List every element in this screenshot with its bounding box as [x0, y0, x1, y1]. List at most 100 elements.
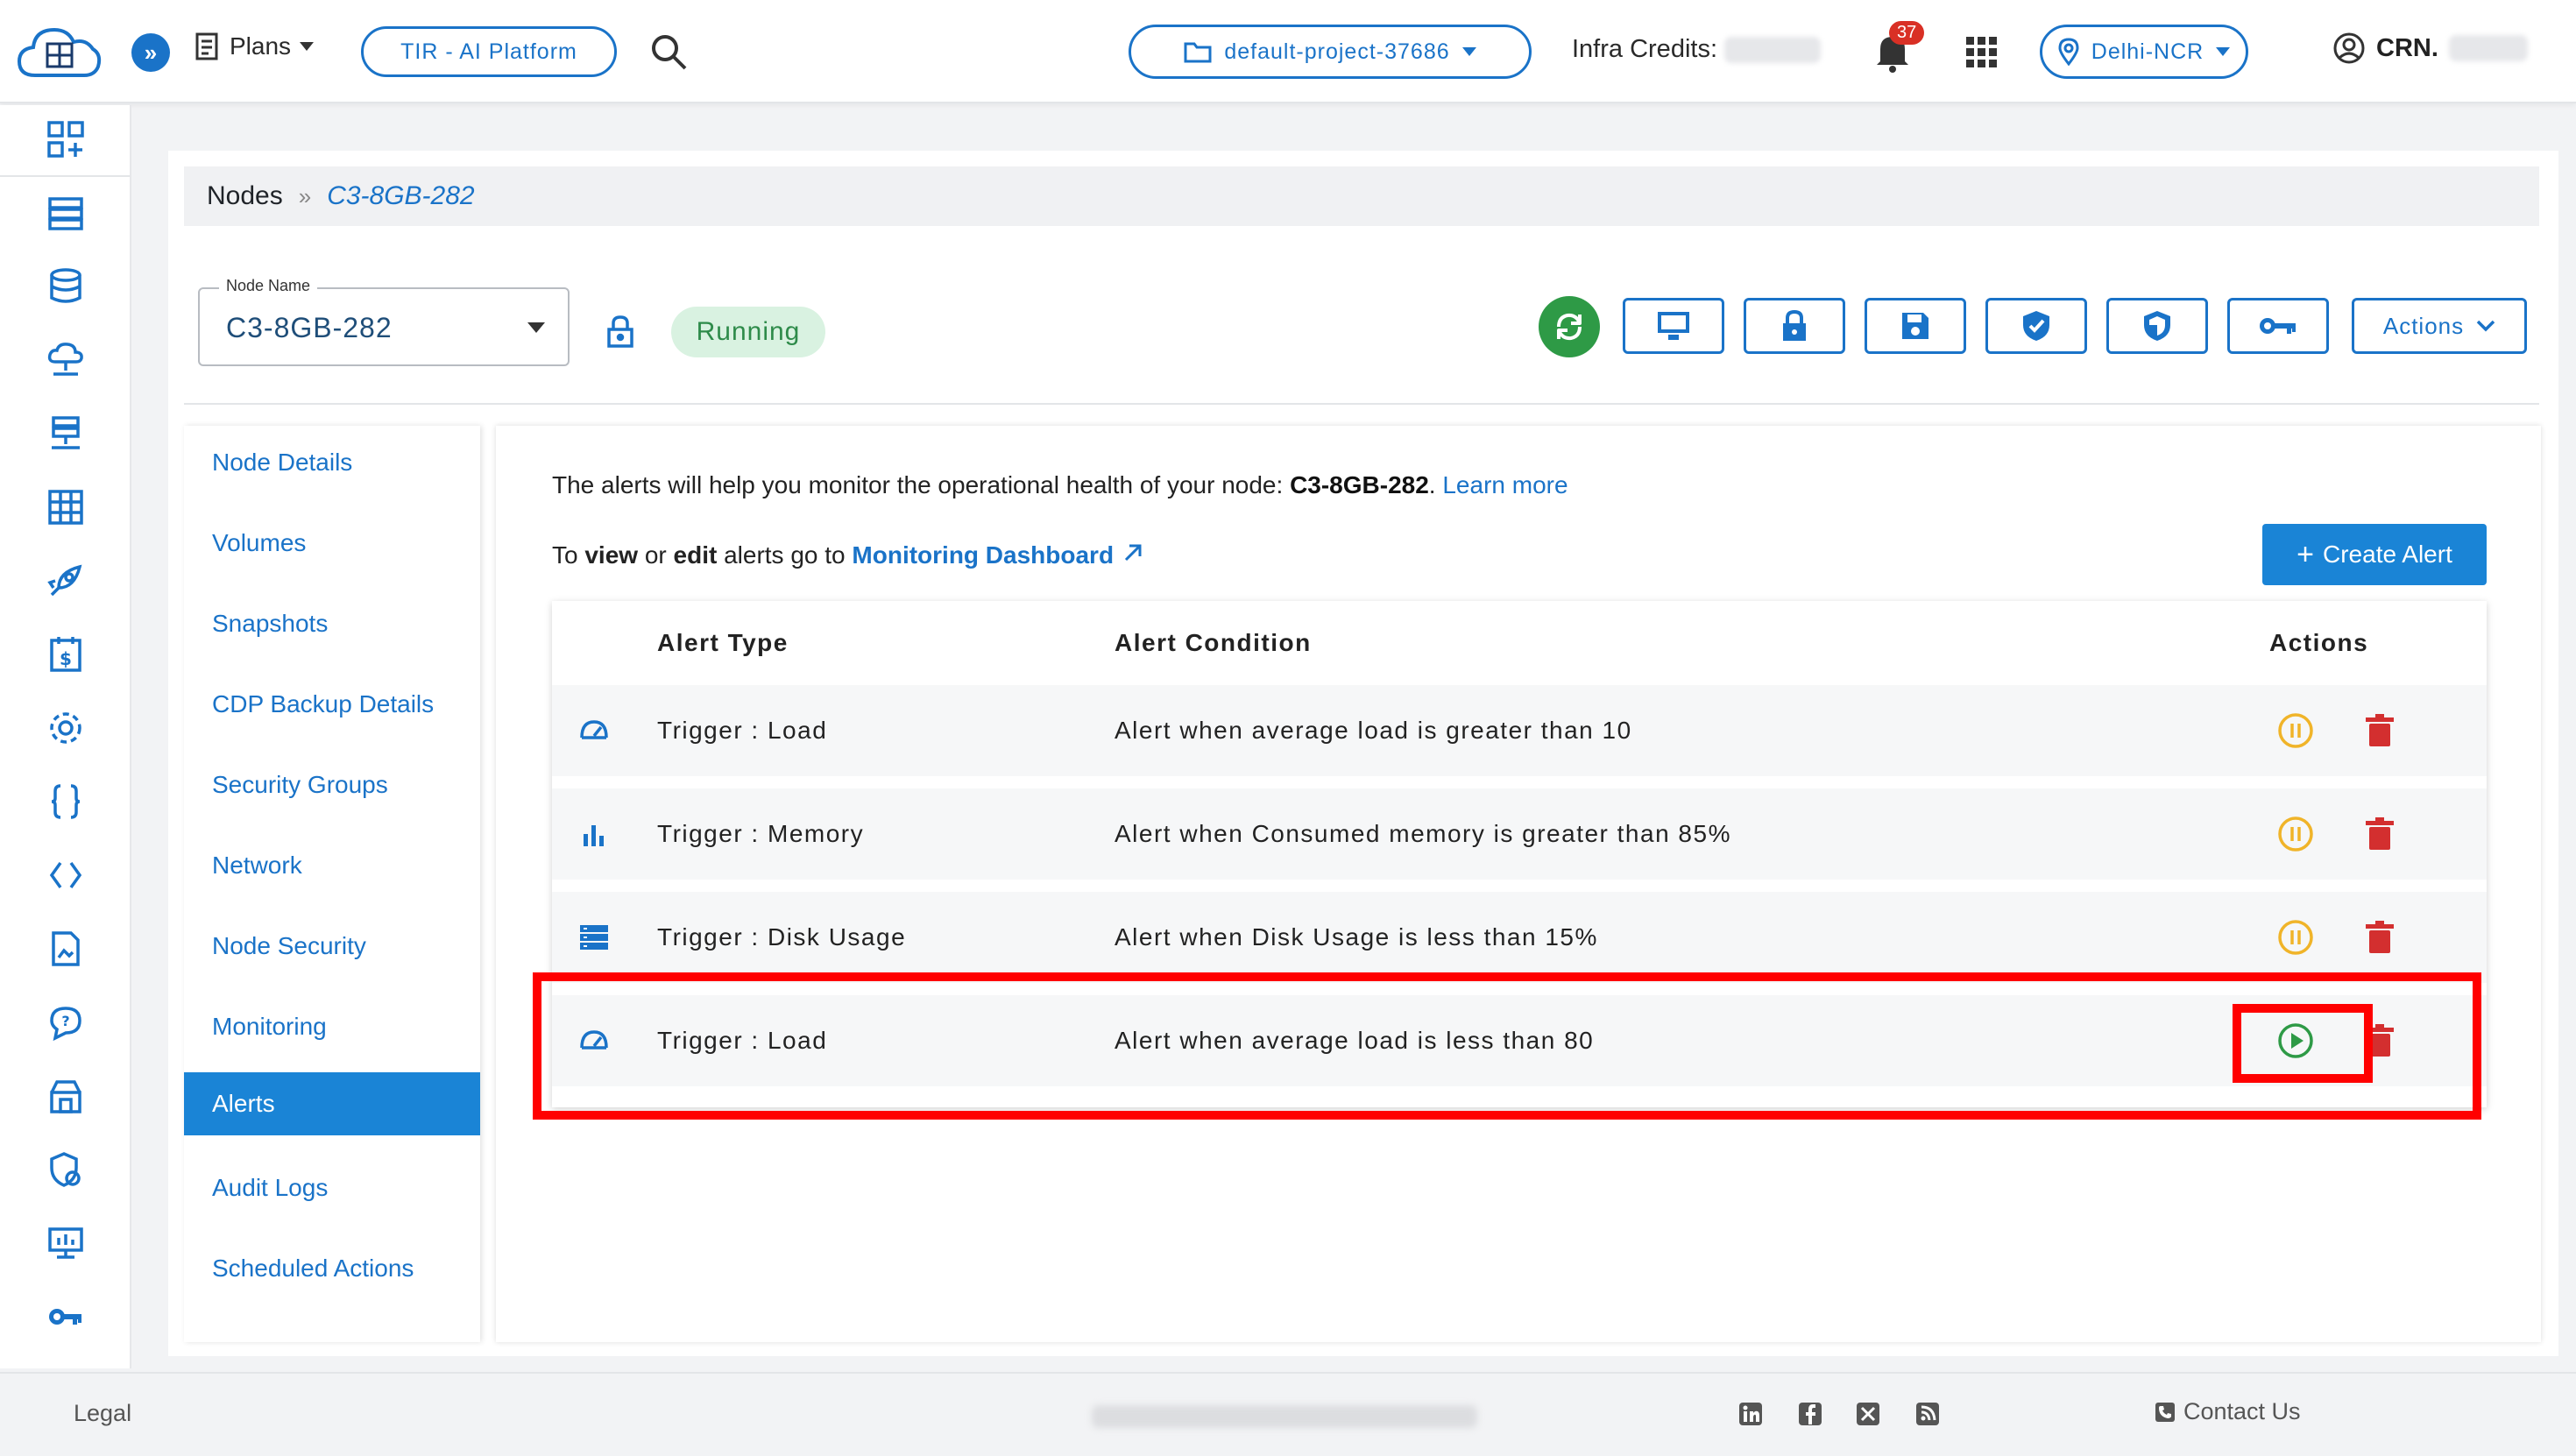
location-pin-icon — [2058, 38, 2079, 66]
contact-us-label: Contact Us — [2183, 1398, 2301, 1424]
lock-icon[interactable] — [605, 314, 636, 349]
refresh-button[interactable] — [1539, 296, 1600, 357]
breadcrumb-nodes-link[interactable]: Nodes — [207, 181, 283, 211]
external-link-icon[interactable] — [1121, 542, 1143, 565]
node-name-select[interactable]: Node Name C3-8GB-282 — [198, 277, 570, 366]
database-icon[interactable] — [44, 265, 88, 308]
cloud-network-icon[interactable] — [44, 338, 88, 382]
lock-node-button[interactable] — [1744, 298, 1845, 354]
intro-text: The alerts will help you monitor the ope… — [552, 471, 1291, 498]
file-chart-icon[interactable] — [44, 927, 88, 971]
infra-credits: Infra Credits: — [1572, 35, 1821, 64]
alerts-panel: The alerts will help you monitor the ope… — [496, 426, 2541, 1342]
actions-dropdown-button[interactable]: Actions — [2352, 298, 2527, 354]
console-button[interactable] — [1623, 298, 1724, 354]
trash-icon[interactable] — [2360, 815, 2399, 853]
monitoring-dashboard-link[interactable]: Monitoring Dashboard — [852, 541, 1114, 569]
node-side-menu: Node Details Volumes Snapshots CDP Backu… — [184, 426, 480, 1342]
apps-grid-icon[interactable] — [1964, 35, 1999, 70]
expand-sidebar-button[interactable]: » — [131, 33, 170, 72]
node-name-label: Node Name — [219, 277, 318, 295]
user-circle-icon — [2333, 32, 2365, 64]
legal-link[interactable]: Legal — [74, 1400, 131, 1427]
plans-menu[interactable]: Plans — [195, 32, 315, 61]
trash-icon[interactable] — [2360, 918, 2399, 957]
code-brackets-icon[interactable] — [44, 853, 88, 897]
server-network-icon[interactable] — [44, 412, 88, 456]
menu-item-audit-logs[interactable]: Audit Logs — [184, 1156, 480, 1219]
support-chat-icon[interactable]: ? — [44, 1000, 88, 1044]
monitor-chart-icon[interactable] — [44, 1221, 88, 1265]
breadcrumb-current: C3-8GB-282 — [327, 181, 475, 210]
rss-icon[interactable] — [1914, 1400, 1942, 1428]
user-id-redacted — [2448, 35, 2528, 61]
grid-table-icon[interactable] — [44, 485, 88, 529]
pause-icon[interactable] — [2276, 711, 2315, 750]
hint-goto: alerts go to — [717, 541, 853, 569]
menu-item-cdp-backup[interactable]: CDP Backup Details — [184, 673, 480, 736]
copyright-redacted — [1092, 1405, 1477, 1428]
security-user-icon[interactable] — [44, 1148, 88, 1191]
menu-item-node-security[interactable]: Node Security — [184, 915, 480, 978]
region-selector[interactable]: Delhi-NCR — [2040, 25, 2248, 79]
e2e-cloud-logo[interactable] — [16, 18, 103, 88]
facebook-icon[interactable] — [1796, 1400, 1824, 1428]
notification-badge: 37 — [1889, 21, 1925, 45]
pause-icon[interactable] — [2276, 815, 2315, 853]
dashboard-icon[interactable] — [44, 117, 88, 161]
highlight-row-box — [533, 972, 2481, 1120]
trash-icon[interactable] — [2360, 711, 2399, 750]
intro-node-name: C3-8GB-282 — [1290, 471, 1429, 498]
phone-icon — [2155, 1402, 2175, 1422]
menu-item-node-details[interactable]: Node Details — [184, 431, 480, 494]
firewall-button[interactable] — [2106, 298, 2208, 354]
ssh-key-button[interactable] — [2227, 298, 2329, 354]
plus-icon: + — [2296, 538, 2314, 571]
alert-condition: Alert when Disk Usage is less than 15% — [1115, 923, 1598, 951]
curly-braces-icon[interactable] — [44, 780, 88, 823]
menu-item-label: Node Details — [212, 449, 353, 476]
project-selector[interactable]: default-project-37686 — [1129, 25, 1532, 79]
menu-item-label: Security Groups — [212, 771, 388, 798]
pause-icon[interactable] — [2276, 918, 2315, 957]
monitor-icon — [1658, 312, 1689, 340]
menu-item-label: Alerts — [212, 1090, 275, 1117]
create-alert-button[interactable]: + Create Alert — [2262, 524, 2487, 585]
plans-label: Plans — [230, 32, 292, 60]
contact-us-link[interactable]: Contact Us — [2154, 1398, 2301, 1425]
hint-to: To — [552, 541, 585, 569]
highlight-resume-button-box — [2233, 1004, 2373, 1083]
footer: Legal Contact Us — [0, 1372, 2576, 1456]
column-header-alert-type: Alert Type — [657, 629, 789, 656]
save-image-button[interactable] — [1865, 298, 1966, 354]
user-menu[interactable]: CRN. — [2332, 32, 2528, 65]
marketplace-icon[interactable] — [44, 1074, 88, 1118]
menu-item-snapshots[interactable]: Snapshots — [184, 592, 480, 655]
menu-item-label: Snapshots — [212, 610, 329, 637]
tir-platform-button[interactable]: TIR - AI Platform — [361, 26, 617, 77]
menu-item-monitoring[interactable]: Monitoring — [184, 995, 480, 1058]
rail-divider — [0, 175, 130, 177]
rocket-icon[interactable] — [44, 559, 88, 603]
menu-item-label: Network — [212, 852, 302, 879]
menu-item-label: Scheduled Actions — [212, 1255, 414, 1282]
key-icon[interactable] — [44, 1295, 88, 1339]
x-twitter-icon[interactable] — [1854, 1400, 1882, 1428]
menu-item-volumes[interactable]: Volumes — [184, 512, 480, 575]
security-check-button[interactable] — [1985, 298, 2087, 354]
menu-item-scheduled-actions[interactable]: Scheduled Actions — [184, 1237, 480, 1300]
search-icon[interactable] — [648, 32, 689, 72]
storage-icon — [580, 925, 608, 950]
server-list-icon[interactable] — [44, 191, 88, 235]
refresh-icon — [1557, 313, 1582, 341]
alert-type: Trigger : Load — [657, 717, 828, 744]
menu-item-alerts[interactable]: Alerts — [184, 1072, 480, 1135]
infra-credits-value-redacted — [1724, 36, 1821, 63]
learn-more-link[interactable]: Learn more — [1442, 471, 1568, 498]
settings-gear-icon[interactable] — [44, 706, 88, 750]
top-bar: » Plans TIR - AI Platform default-projec… — [0, 0, 2576, 103]
menu-item-security-groups[interactable]: Security Groups — [184, 753, 480, 816]
linkedin-icon[interactable] — [1737, 1400, 1765, 1428]
menu-item-network[interactable]: Network — [184, 834, 480, 897]
billing-icon[interactable]: $ — [44, 633, 88, 676]
